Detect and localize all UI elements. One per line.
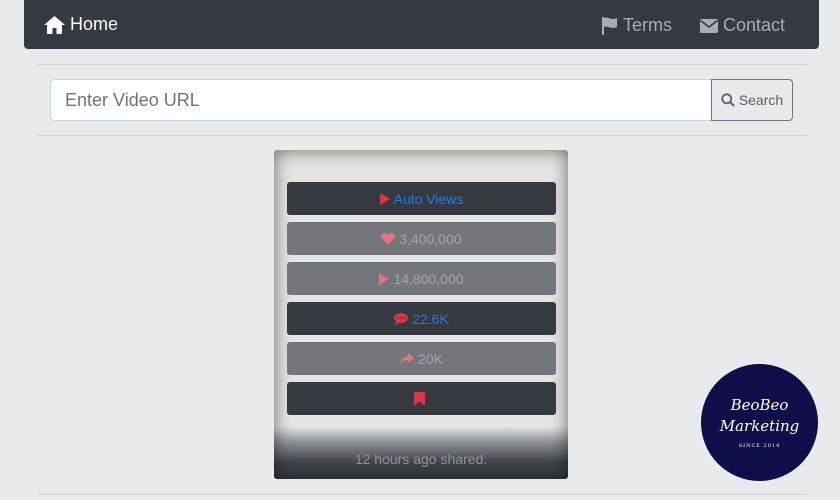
play-icon bbox=[379, 272, 390, 285]
heart-icon bbox=[381, 232, 396, 245]
top-navbar: Home Terms Contact bbox=[24, 0, 819, 49]
bookmark-button[interactable] bbox=[287, 382, 556, 415]
flag-icon bbox=[601, 16, 617, 35]
comments-count: 22.6K bbox=[412, 310, 449, 327]
home-icon bbox=[44, 15, 65, 34]
contact-label: Contact bbox=[722, 15, 785, 35]
shares-count: 20K bbox=[418, 350, 443, 367]
search-button-label: Search bbox=[738, 92, 784, 108]
comments-button[interactable]: 22.6K bbox=[287, 302, 556, 335]
logo-line-3: SINCE 2014 bbox=[738, 443, 781, 449]
envelope-icon bbox=[699, 18, 718, 33]
plays-count: 14,800,000 bbox=[393, 270, 464, 287]
shared-time: 12 hours ago shared. bbox=[354, 451, 488, 467]
terms-link[interactable]: Terms bbox=[601, 15, 672, 36]
search-divider bbox=[37, 135, 806, 136]
video-url-input[interactable] bbox=[50, 79, 712, 121]
home-link[interactable]: Home bbox=[44, 14, 118, 35]
contact-link[interactable]: Contact bbox=[699, 15, 785, 36]
bottom-divider bbox=[37, 494, 806, 495]
plays-button[interactable]: 14,800,000 bbox=[287, 262, 556, 295]
auto-views-label: Auto Views bbox=[393, 190, 464, 207]
video-card: Auto Views 3,400,000 14,800,000 22.6K 20… bbox=[274, 150, 568, 479]
home-label: Home bbox=[70, 14, 119, 34]
search-button[interactable]: Search bbox=[711, 79, 793, 121]
top-divider bbox=[37, 64, 806, 65]
shares-button[interactable]: 20K bbox=[287, 342, 556, 375]
logo-line-2: Marketing bbox=[719, 417, 800, 435]
auto-views-button[interactable]: Auto Views bbox=[287, 182, 556, 215]
likes-count: 3,400,000 bbox=[399, 230, 462, 247]
search-icon bbox=[721, 93, 735, 107]
terms-label: Terms bbox=[622, 15, 672, 35]
share-icon bbox=[400, 352, 415, 365]
comment-icon bbox=[394, 312, 409, 325]
play-icon bbox=[379, 192, 390, 205]
beobeo-marketing-logo: BeoBeo Marketing SINCE 2014 bbox=[701, 364, 818, 481]
likes-button[interactable]: 3,400,000 bbox=[287, 222, 556, 255]
bookmark-icon bbox=[414, 391, 425, 406]
logo-line-1: BeoBeo bbox=[730, 396, 789, 414]
